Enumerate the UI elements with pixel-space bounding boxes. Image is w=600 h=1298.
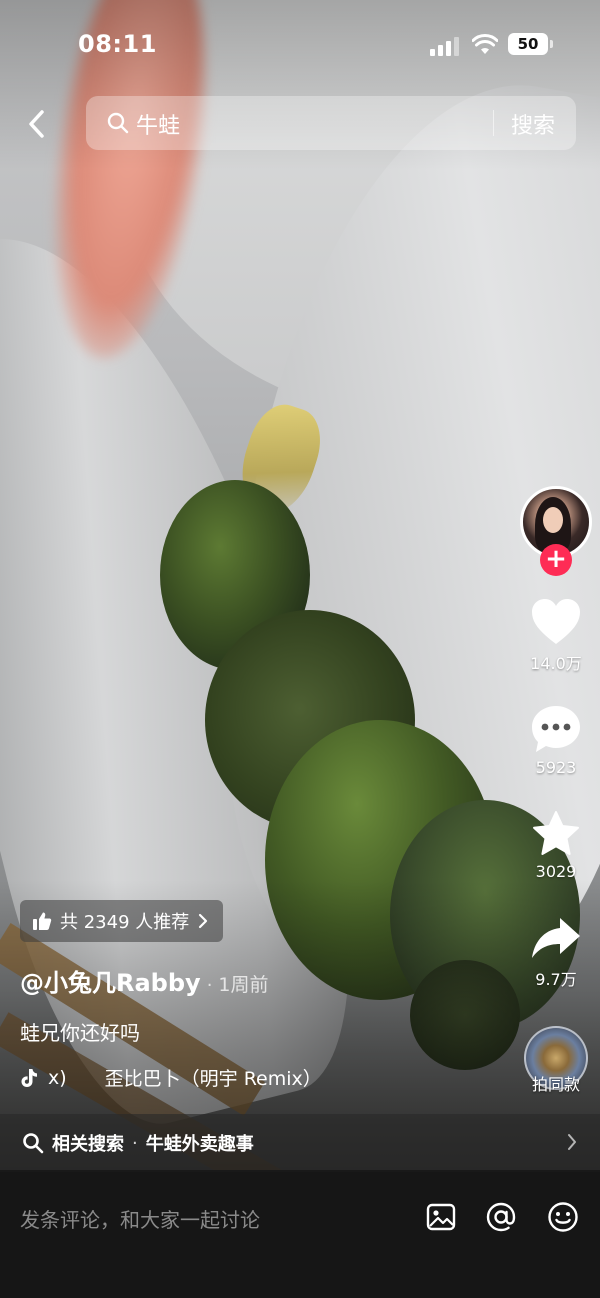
share-button[interactable]: 9.7万	[518, 916, 594, 990]
avatar-face	[543, 507, 563, 533]
like-button[interactable]: 14.0万	[518, 598, 594, 674]
image-icon[interactable]	[424, 1200, 458, 1234]
music-line[interactable]: x) 歪比巴卜（明宇 Remix）	[20, 1064, 322, 1091]
music-title: 歪比巴卜（明宇 Remix）	[104, 1068, 322, 1090]
wifi-icon	[472, 34, 498, 54]
author-line: @小兔几Rabby · 1周前	[20, 963, 269, 998]
heart-icon	[532, 599, 580, 644]
author-name[interactable]: @小兔几Rabby	[20, 963, 201, 998]
comment-bar: 发条评论，和大家一起讨论	[0, 1172, 600, 1298]
music-prefix: x)	[48, 1066, 67, 1089]
search-icon	[107, 112, 129, 134]
favorite-count: 3029	[535, 862, 577, 881]
search-bar[interactable]: 牛蛙 搜索	[86, 96, 576, 150]
search-divider	[493, 110, 494, 136]
thumbs-up-icon	[33, 912, 52, 930]
emoji-icon[interactable]	[546, 1200, 580, 1234]
search-query[interactable]: 牛蛙	[136, 108, 180, 140]
recommend-pill[interactable]: 共 2349 人推荐	[20, 900, 224, 942]
favorite-button[interactable]: 3029	[518, 810, 594, 881]
back-icon[interactable]	[18, 102, 58, 146]
at-icon[interactable]	[484, 1200, 518, 1234]
comment-button[interactable]: 5923	[518, 704, 594, 777]
chevron-right-icon	[568, 1134, 576, 1150]
share-icon	[532, 918, 580, 958]
cellular-signal-icon	[430, 36, 460, 56]
like-count: 14.0万	[530, 654, 582, 673]
comment-input[interactable]: 发条评论，和大家一起讨论	[20, 1204, 260, 1233]
related-search-separator: ·	[132, 1132, 138, 1154]
share-count: 9.7万	[535, 970, 577, 989]
chevron-right-icon	[199, 913, 208, 929]
separator-dot: ·	[206, 975, 213, 996]
search-icon	[23, 1133, 44, 1154]
related-search-term[interactable]: 牛蛙外卖趣事	[146, 1130, 254, 1156]
related-search-bar[interactable]: 相关搜索 · 牛蛙外卖趣事	[0, 1114, 600, 1172]
star-icon	[533, 811, 579, 855]
same-style-button[interactable]: 拍同款	[518, 1071, 594, 1095]
recommend-text: 共 2349 人推荐	[60, 912, 190, 933]
status-bar: 08:11 50	[0, 0, 600, 90]
post-caption[interactable]: 蛙兄你还好吗	[20, 1017, 140, 1046]
search-button[interactable]: 搜索	[511, 108, 555, 140]
tiktok-note-icon	[21, 1068, 37, 1087]
battery-indicator: 50	[508, 33, 553, 55]
status-time: 08:11	[78, 30, 157, 58]
post-time: 1周前	[218, 974, 269, 996]
comment-icon	[532, 706, 580, 752]
comment-count: 5923	[535, 758, 577, 777]
related-search-label: 相关搜索	[52, 1134, 124, 1155]
follow-button[interactable]: +	[540, 544, 572, 576]
